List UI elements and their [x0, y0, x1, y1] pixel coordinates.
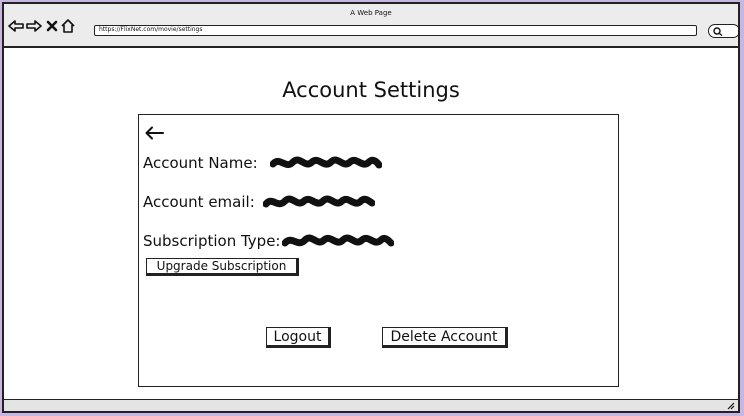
- back-icon[interactable]: [8, 18, 24, 34]
- upgrade-subscription-button[interactable]: Upgrade Subscription: [146, 258, 299, 276]
- redacted-subscription-type: [282, 234, 395, 247]
- url-input[interactable]: https://FlixNet.com/movie/settings: [94, 25, 697, 36]
- logout-button[interactable]: Logout: [266, 327, 331, 348]
- search-icon: [713, 27, 723, 36]
- page-title: Account Settings: [282, 78, 460, 102]
- left-arrow-icon[interactable]: [144, 125, 166, 141]
- account-email-label: Account email:: [143, 193, 255, 211]
- account-name-row: Account Name:: [143, 152, 382, 174]
- redacted-account-name: [269, 156, 382, 169]
- close-icon[interactable]: [44, 18, 60, 34]
- home-icon[interactable]: [60, 18, 76, 34]
- forward-icon[interactable]: [26, 18, 42, 34]
- subscription-type-label: Subscription Type:: [143, 232, 281, 250]
- resize-grip-icon[interactable]: [726, 401, 735, 410]
- browser-status-bar: [4, 399, 738, 411]
- search-button[interactable]: [708, 24, 738, 38]
- delete-account-button[interactable]: Delete Account: [382, 327, 508, 348]
- account-settings-panel: Account Name: Account email: Subscriptio…: [138, 114, 619, 387]
- redacted-account-email: [262, 195, 375, 208]
- account-name-label: Account Name:: [143, 154, 258, 172]
- browser-window: A Web Page https://FlixNet.com/movie/set…: [2, 2, 740, 413]
- account-email-row: Account email:: [143, 191, 375, 213]
- subscription-type-row: Subscription Type:: [143, 230, 395, 252]
- browser-titlebar: A Web Page https://FlixNet.com/movie/set…: [4, 4, 738, 48]
- window-title: A Web Page: [350, 9, 392, 17]
